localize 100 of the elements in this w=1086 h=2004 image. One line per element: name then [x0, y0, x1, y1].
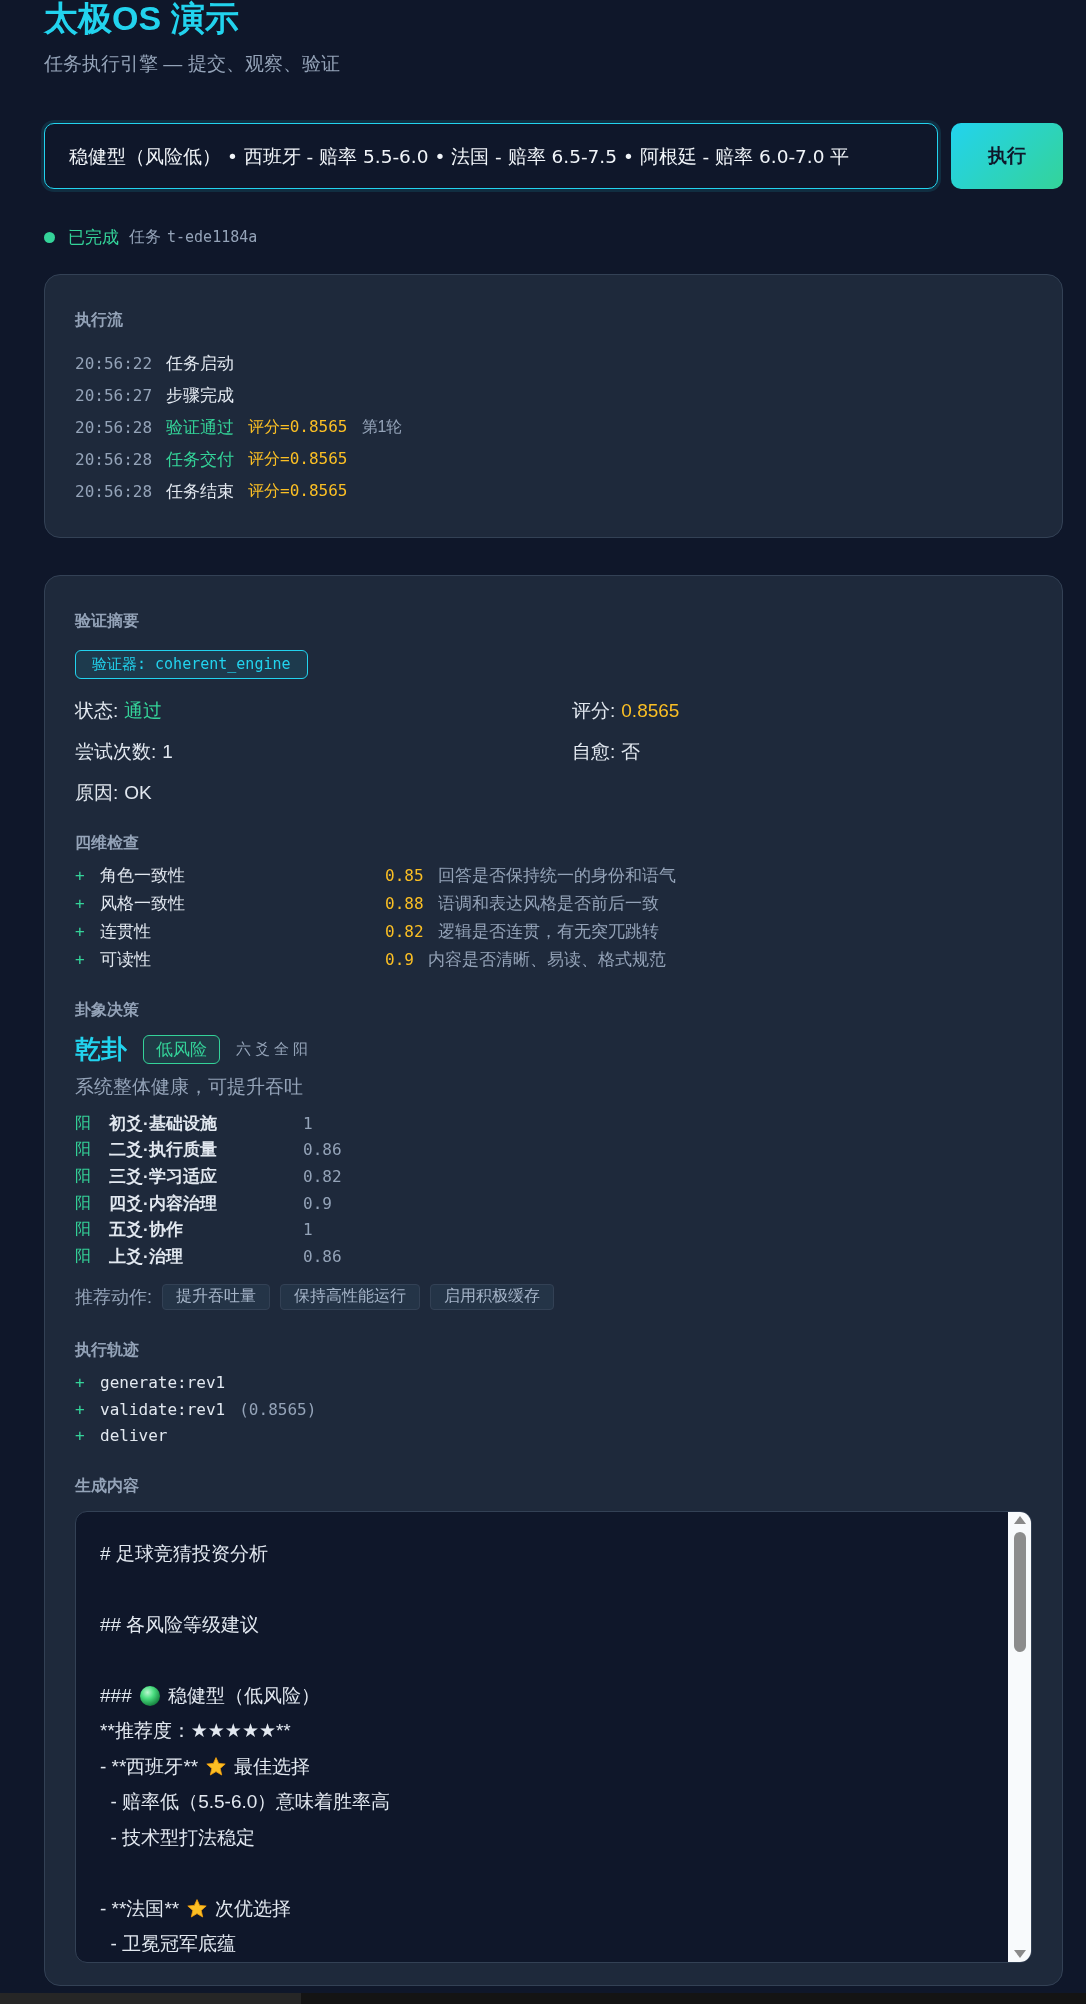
page-subtitle: 任务执行引擎 — 提交、观察、验证	[44, 52, 341, 76]
event-time: 20:56:27	[75, 385, 153, 405]
task-label: 任务	[129, 226, 161, 247]
plus-mark: +	[75, 865, 86, 885]
event-label: 验证通过	[166, 416, 235, 439]
section-heading: 执行轨迹	[75, 1339, 140, 1360]
status-label: 已完成	[68, 226, 119, 249]
run-button[interactable]: 执行	[951, 123, 1063, 189]
yao-value: 0.86	[303, 1140, 342, 1160]
plus-mark: +	[75, 921, 86, 941]
trace-step: deliver	[100, 1426, 168, 1446]
plus-mark: +	[75, 893, 86, 913]
yao-value: 0.82	[303, 1167, 342, 1186]
page-title: 太极OS 演示	[44, 0, 240, 36]
content-text: - **西班牙**	[100, 1754, 199, 1779]
content-text: - **法国**	[100, 1896, 180, 1921]
content-text: ## 各风险等级建议	[100, 1612, 260, 1637]
actions-label: 推荐动作:	[75, 1285, 152, 1309]
yao-name: 五爻·协作	[109, 1219, 184, 1242]
check-description: 回答是否保持统一的身份和语气	[437, 864, 676, 887]
star-icon	[187, 1899, 208, 1919]
field-value: 0.8565	[621, 699, 680, 722]
check-score: 0.82	[385, 921, 424, 941]
check-name: 风格一致性	[100, 892, 186, 915]
task-id: t-ede1184a	[167, 228, 258, 246]
event-label: 任务交付	[166, 448, 235, 471]
field-value: 否	[621, 739, 641, 764]
yao-value: 1	[303, 1220, 313, 1240]
plus-mark: +	[75, 949, 86, 969]
field-label: 评分:	[572, 698, 616, 723]
check-score: 0.9	[385, 949, 414, 969]
yao-sign: 阳	[75, 1219, 92, 1240]
task-input-field[interactable]: 稳健型（风险低） • 西班牙 - 赔率 5.5-6.0 • 法国 - 赔率 6.5-7.5 • 阿根廷 - 赔率 6.0-7.0 平	[44, 123, 938, 189]
yao-value: 1	[303, 1113, 313, 1133]
content-text: **推荐度：★★★★★**	[100, 1719, 291, 1744]
plus-mark: +	[75, 1399, 86, 1419]
action-chip: 提升吞吐量	[162, 1283, 270, 1310]
section-heading: 四维检查	[75, 833, 140, 853]
check-description: 逻辑是否连贯，有无突兀跳转	[437, 920, 659, 943]
check-score: 0.88	[385, 893, 424, 913]
hexagram-summary: 系统整体健康，可提升吞吐	[75, 1075, 304, 1099]
section-heading: 卦象决策	[75, 1000, 140, 1020]
plus-mark: +	[75, 1373, 86, 1393]
content-text: - 技术型打法稳定	[109, 1825, 256, 1850]
content-text: ###	[100, 1684, 132, 1707]
star-icon	[206, 1757, 227, 1777]
scroll-down-icon[interactable]	[1013, 1950, 1026, 1959]
field-value: 通过	[124, 698, 163, 723]
yao-sign: 阳	[75, 1245, 92, 1266]
plus-mark: +	[75, 1426, 86, 1446]
event-label: 步骤完成	[166, 384, 235, 407]
event-time: 20:56:22	[75, 353, 153, 373]
check-name: 可读性	[100, 948, 152, 971]
event-time: 20:56:28	[75, 481, 153, 501]
event-score: 评分=0.8565	[248, 480, 348, 502]
yao-name: 初爻·基础设施	[109, 1112, 218, 1135]
section-heading: 验证摘要	[75, 611, 140, 631]
action-chip: 保持高性能运行	[280, 1283, 420, 1310]
dot-icon	[139, 1685, 160, 1706]
event-time: 20:56:28	[75, 417, 153, 437]
check-name: 角色一致性	[100, 864, 186, 887]
content-text: 最佳选择	[234, 1754, 311, 1779]
scrollbar-thumb[interactable]	[1013, 1532, 1026, 1653]
content-text: - 赔率低（5.5-6.0）意味着胜率高	[109, 1790, 391, 1815]
content-text: 稳健型（低风险）	[167, 1683, 320, 1708]
section-heading: 执行流	[75, 310, 124, 330]
trace-step: validate:rev1	[100, 1399, 226, 1419]
check-name: 连贯性	[100, 920, 152, 943]
scrollbar-track[interactable]	[1008, 1512, 1031, 1963]
field-label: 状态:	[75, 698, 119, 723]
validator-badge: 验证器: coherent_engine	[75, 650, 308, 679]
check-description: 内容是否清晰、易读、格式规范	[427, 948, 666, 971]
content-text: 次优选择	[215, 1896, 292, 1921]
event-note: 第1轮	[361, 416, 403, 437]
trace-score: (0.8565)	[239, 1399, 317, 1419]
event-label: 任务启动	[166, 352, 235, 375]
yao-name: 上爻·治理	[109, 1245, 184, 1268]
action-chip: 启用积极缓存	[430, 1283, 554, 1310]
hexagram-name: 乾卦	[75, 1032, 127, 1066]
field-label: 自愈:	[572, 739, 616, 764]
event-score: 评分=0.8565	[248, 416, 348, 438]
yao-name: 二爻·执行质量	[109, 1139, 218, 1162]
content-text: # 足球竞猜投资分析	[100, 1541, 268, 1566]
field-label: 原因:	[75, 780, 119, 805]
yao-sign: 阳	[75, 1112, 92, 1133]
event-label: 任务结束	[166, 480, 235, 503]
check-description: 语调和表达风格是否前后一致	[437, 892, 659, 915]
yao-sign: 阳	[75, 1139, 92, 1160]
yao-name: 三爻·学习适应	[109, 1166, 218, 1188]
section-heading: 生成内容	[75, 1476, 140, 1497]
field-value: 1	[162, 740, 173, 763]
yao-name: 四爻·内容治理	[109, 1192, 218, 1215]
yao-sign: 阳	[75, 1166, 92, 1186]
trace-step: generate:rev1	[100, 1373, 226, 1393]
yao-sign: 阳	[75, 1192, 92, 1213]
event-time: 20:56:28	[75, 449, 153, 469]
yao-value: 0.9	[303, 1193, 332, 1213]
scroll-up-icon[interactable]	[1013, 1516, 1026, 1525]
yao-value: 0.86	[303, 1246, 342, 1266]
event-score: 评分=0.8565	[248, 448, 348, 470]
